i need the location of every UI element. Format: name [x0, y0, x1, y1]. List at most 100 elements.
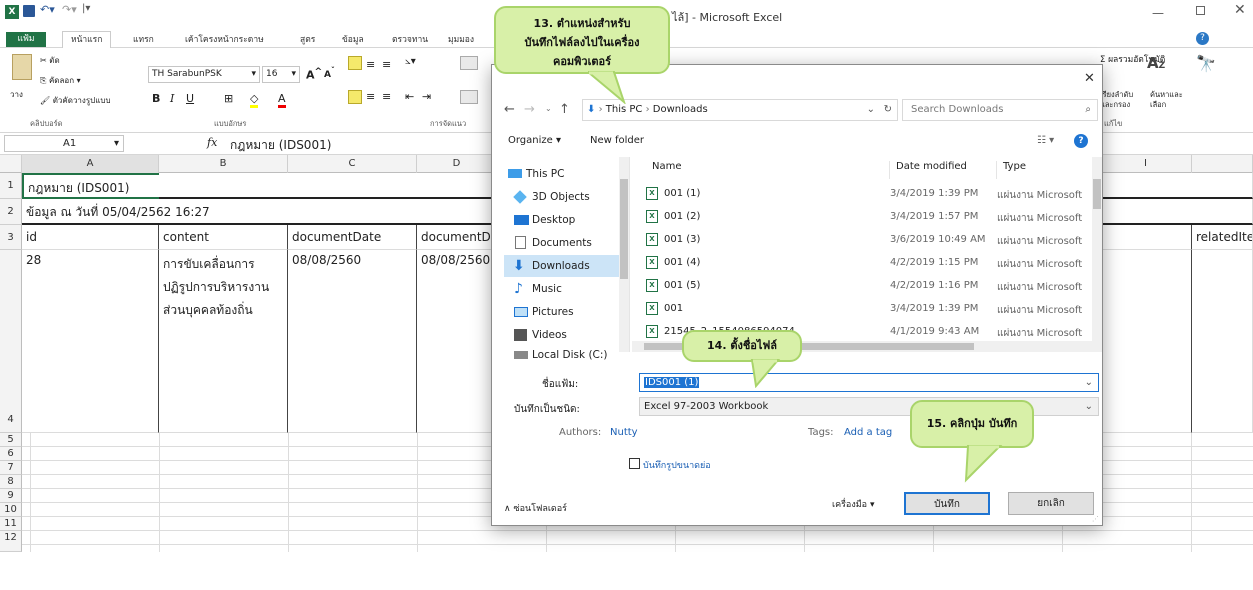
tags-value[interactable]: Add a tag	[844, 427, 892, 438]
sort-filter-button[interactable]: เรียงลำดับ และกรอง	[1100, 90, 1148, 110]
nav-downloads[interactable]: ⬇ Downloads	[504, 255, 628, 277]
quick-access-dropdown-icon[interactable]: |▾	[82, 3, 90, 14]
save-button[interactable]: บันทึก	[904, 492, 990, 515]
new-folder-button[interactable]: New folder	[590, 135, 644, 146]
file-scroll-thumb[interactable]	[1093, 179, 1101, 209]
nav-scrollbar[interactable]	[619, 157, 629, 352]
font-color-icon[interactable]: A	[278, 92, 286, 108]
minimize-icon[interactable]: —	[1152, 6, 1164, 20]
column-header-c[interactable]: C	[288, 155, 417, 173]
align-left-icon[interactable]	[348, 90, 362, 104]
column-header-d[interactable]: D	[417, 155, 497, 173]
font-size-select[interactable]: 16 ▾	[262, 66, 300, 83]
column-type[interactable]: Type	[996, 161, 1026, 179]
up-icon[interactable]: ↑	[559, 102, 570, 117]
paste-button[interactable]: วาง	[10, 88, 23, 101]
column-header-b[interactable]: B	[159, 155, 288, 173]
forward-icon[interactable]: →	[524, 102, 535, 117]
underline-icon[interactable]: U	[186, 92, 194, 105]
header-cell-documentdate[interactable]: documentDate	[288, 225, 417, 250]
redo-icon[interactable]: ↷▾	[62, 3, 77, 16]
select-all-corner[interactable]	[0, 155, 22, 173]
sort-filter-icon[interactable]: AZ	[1147, 54, 1165, 72]
column-name[interactable]: Name	[652, 161, 682, 172]
file-row[interactable]: X 001 (3) 3/6/2019 10:49 AM แผ่นงาน Microso…	[632, 229, 1082, 252]
search-input[interactable]: Search Downloads ⌕	[902, 99, 1098, 121]
orientation-icon[interactable]: ⦣▾	[405, 56, 416, 67]
help-icon[interactable]: ?	[1196, 32, 1209, 45]
italic-icon[interactable]: I	[170, 92, 174, 105]
paste-icon[interactable]	[12, 54, 32, 80]
refresh-icon[interactable]: ↻	[884, 100, 892, 120]
restore-icon[interactable]	[1196, 6, 1205, 15]
nav-documents[interactable]: Documents	[504, 232, 628, 254]
row-header-3[interactable]: 3	[0, 225, 22, 250]
row-header-6[interactable]: 6	[0, 447, 22, 461]
undo-icon[interactable]: ↶▾	[40, 3, 55, 16]
cell-a4[interactable]: 28	[22, 250, 159, 433]
column-date[interactable]: Date modified	[889, 161, 967, 179]
nav-3d-objects[interactable]: 3D Objects	[504, 186, 628, 208]
nav-this-pc[interactable]: This PC	[498, 163, 622, 185]
fx-icon[interactable]: fx	[207, 136, 217, 149]
column-header-j[interactable]	[1192, 155, 1253, 173]
format-painter-button[interactable]: 🖌 ตัวคัดวางรูปแบบ	[40, 94, 111, 107]
file-row[interactable]: X 001 (2) 3/4/2019 1:57 PM แผ่นงาน Microsof…	[632, 206, 1082, 229]
cell-c4[interactable]: 08/08/2560	[288, 250, 417, 433]
file-row[interactable]: X 001 3/4/2019 1:39 PM แผ่นงาน Microsoft	[632, 298, 1082, 321]
row-header-4[interactable]: 4	[0, 250, 22, 433]
border-icon[interactable]: ⊞	[224, 92, 233, 105]
recent-dropdown-icon[interactable]: ⌄	[545, 104, 552, 113]
cell-b4[interactable]: การขับเคลื่อนการ ปฏิรูปการบริหารงาน ส่วน…	[159, 250, 288, 433]
nav-music[interactable]: ♪ Music	[504, 278, 628, 300]
tab-view[interactable]: มุมมอง	[448, 32, 474, 46]
save-icon[interactable]	[23, 5, 35, 17]
row-header-1[interactable]: 1	[0, 173, 22, 199]
cut-button[interactable]: ✂ ตัด	[40, 54, 60, 67]
header-cell-relateditem[interactable]: relatedIte	[1192, 225, 1253, 250]
row-header-12[interactable]: 12	[0, 531, 22, 552]
nav-desktop[interactable]: Desktop	[504, 209, 628, 231]
merge-center-icon[interactable]	[460, 90, 478, 104]
address-bar[interactable]: ⬇ › This PC › Downloads ⌄ ↻	[582, 99, 898, 121]
tab-insert[interactable]: แทรก	[133, 32, 154, 46]
file-tab[interactable]: แฟ้ม	[6, 32, 46, 47]
row-header-9[interactable]: 9	[0, 489, 22, 503]
file-list-scrollbar[interactable]	[1092, 157, 1102, 352]
dialog-close-icon[interactable]: ✕	[1084, 71, 1095, 86]
header-cell-i[interactable]	[1103, 225, 1192, 250]
copy-button[interactable]: ⎘ คัดลอก ▾	[40, 74, 81, 87]
cell-i4[interactable]	[1103, 250, 1192, 433]
tools-button[interactable]: เครื่องมือ ▾	[832, 497, 874, 511]
align-center-icon[interactable]: ≡	[366, 90, 375, 103]
file-row[interactable]: X 001 (1) 3/4/2019 1:39 PM แผ่นงาน Microsof…	[632, 183, 1082, 206]
thumbnail-checkbox[interactable]	[629, 458, 640, 469]
row-header-10[interactable]: 10	[0, 503, 22, 517]
filename-input[interactable]: IDS001 (1) ⌄	[639, 373, 1099, 392]
wrap-text-icon[interactable]	[460, 56, 478, 70]
row-header-5[interactable]: 5	[0, 433, 22, 447]
tab-home[interactable]: หน้าแรก	[62, 31, 112, 48]
decrease-indent-icon[interactable]: ⇤	[405, 90, 414, 103]
column-header-a[interactable]: A	[22, 155, 159, 173]
increase-font-icon[interactable]: A^	[306, 66, 322, 82]
header-cell-id[interactable]: id	[22, 225, 159, 250]
tab-formulas[interactable]: สูตร	[300, 32, 315, 46]
decrease-font-icon[interactable]: Aˇ	[324, 66, 335, 80]
nav-videos[interactable]: Videos	[504, 324, 628, 346]
cell-d4[interactable]: 08/08/2560	[417, 250, 497, 433]
nav-pictures[interactable]: Pictures	[504, 301, 628, 323]
authors-value[interactable]: Nutty	[610, 427, 638, 438]
view-options-icon[interactable]: ☷ ▾	[1037, 135, 1054, 146]
cancel-button[interactable]: ยกเลิก	[1008, 492, 1094, 515]
nav-scroll-thumb[interactable]	[620, 179, 628, 279]
align-right-icon[interactable]: ≡	[382, 90, 391, 103]
organize-button[interactable]: Organize ▾	[508, 135, 561, 146]
row-header-8[interactable]: 8	[0, 475, 22, 489]
back-icon[interactable]: ←	[504, 102, 515, 117]
file-row[interactable]: X 001 (5) 4/2/2019 1:16 PM แผ่นงาน Microsof…	[632, 275, 1082, 298]
cell-a1[interactable]: กฎหมาย (IDS001)	[22, 173, 159, 199]
row-header-11[interactable]: 11	[0, 517, 22, 531]
align-top-icon[interactable]	[348, 56, 362, 70]
file-row[interactable]: X 001 (4) 4/2/2019 1:15 PM แผ่นงาน Microsof…	[632, 252, 1082, 275]
